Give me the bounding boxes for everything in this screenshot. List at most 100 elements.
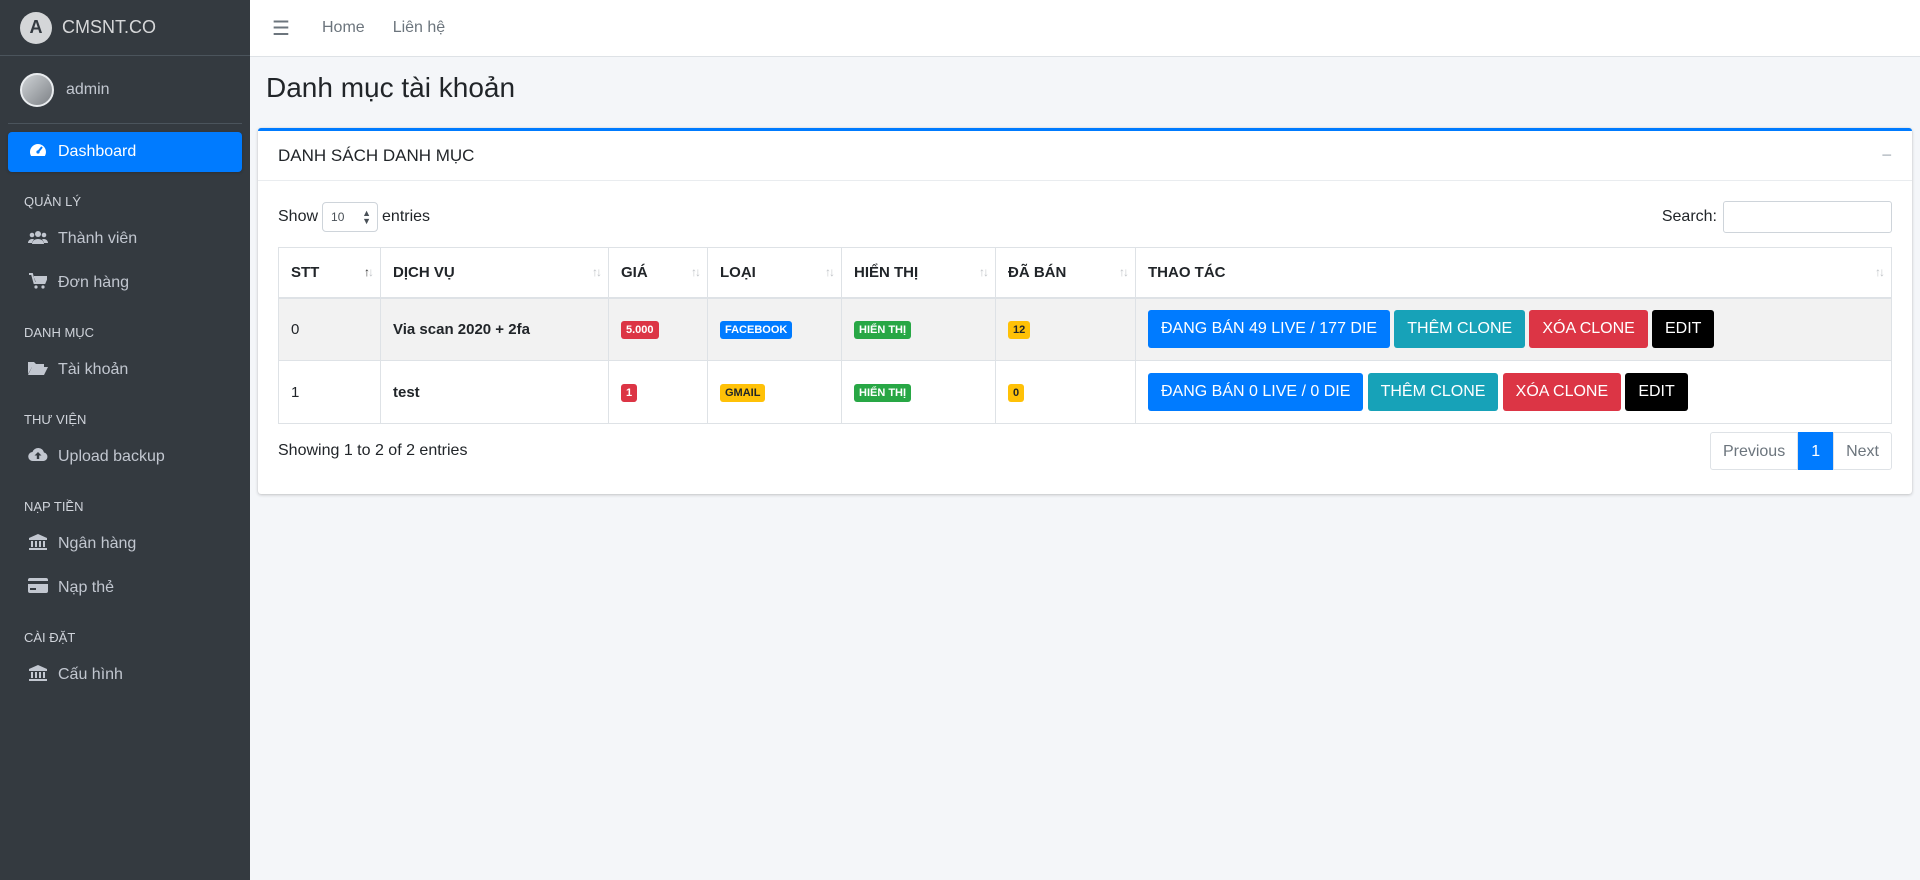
- show-label: Show: [278, 208, 319, 225]
- cell-stt: 1: [278, 360, 381, 424]
- brand-logo-icon: A: [20, 11, 52, 44]
- sort-icon: ↑↓: [1875, 265, 1885, 279]
- folder-open-icon: [26, 360, 50, 380]
- minus-icon[interactable]: −: [1881, 145, 1892, 166]
- cell-display: HIỂN THỊ: [841, 360, 996, 424]
- sidebar-item-label: Đơn hàng: [58, 274, 129, 291]
- nav-header-quan-ly: QUẢN LÝ: [24, 194, 82, 209]
- sort-asc-icon: ↑↓: [364, 265, 374, 279]
- column-label: ĐÃ BÁN: [1008, 263, 1067, 281]
- column-header-type[interactable]: LOẠI ↑↓: [707, 247, 842, 299]
- sold-badge: 12: [1008, 320, 1031, 339]
- edit-button[interactable]: EDIT: [1652, 310, 1715, 349]
- sort-icon: ↑↓: [691, 265, 701, 279]
- tachometer-icon: [26, 142, 50, 163]
- type-badge: FACEBOOK: [720, 320, 793, 339]
- entries-value: 10: [331, 210, 345, 224]
- sidebar-item-label: Upload backup: [58, 448, 165, 465]
- users-icon: [26, 230, 50, 249]
- add-clone-button[interactable]: THÊM CLONE: [1394, 310, 1526, 349]
- menu-toggle-icon[interactable]: ☰: [272, 16, 302, 41]
- sold-badge: 0: [1008, 383, 1025, 402]
- sidebar-item-topup-card[interactable]: Nạp thẻ: [8, 568, 242, 608]
- sidebar-item-bank[interactable]: Ngân hàng: [8, 524, 242, 564]
- nav-header-thu-vien: THƯ VIỆN: [24, 412, 87, 427]
- cell-sold: 0: [995, 360, 1136, 424]
- bank-icon: [26, 664, 50, 686]
- nav-header-danh-muc: DANH MỤC: [24, 325, 95, 340]
- brand-link[interactable]: A CMSNT.CO: [0, 0, 250, 56]
- bank-icon: [26, 533, 50, 555]
- sidebar: A CMSNT.CO admin Dashboard QUẢN LÝ Thành…: [0, 0, 250, 880]
- column-header-stt[interactable]: STT ↑↓: [278, 247, 381, 299]
- sidebar-nav: Dashboard QUẢN LÝ Thành viên Đơn hàng DA…: [0, 124, 250, 707]
- cell-actions: ĐANG BÁN 49 LIVE / 177 DIE THÊM CLONE XÓ…: [1135, 297, 1892, 361]
- sort-icon: ↑↓: [1119, 265, 1129, 279]
- card-header: DANH SÁCH DANH MỤC −: [258, 131, 1912, 181]
- column-header-display[interactable]: HIỂN THỊ ↑↓: [841, 247, 996, 299]
- delete-clone-button[interactable]: XÓA CLONE: [1502, 373, 1622, 411]
- cell-type: GMAIL: [707, 360, 842, 424]
- sidebar-item-orders[interactable]: Đơn hàng: [8, 263, 242, 303]
- entries-label: entries: [382, 208, 431, 225]
- sidebar-item-accounts[interactable]: Tài khoản: [8, 350, 242, 390]
- pagination-page-1[interactable]: 1: [1798, 432, 1834, 470]
- sort-updown-icon: ▲ ▼: [362, 208, 372, 226]
- category-table: STT ↑↓ DỊCH VỤ ↑↓ GIÁ ↑↓ LOẠI ↑↓ HIỂN THỊ ↑↓ …: [278, 247, 1892, 424]
- column-label: DỊCH VỤ: [393, 263, 455, 281]
- user-name: admin: [66, 80, 110, 98]
- column-header-service[interactable]: DỊCH VỤ ↑↓: [380, 247, 609, 299]
- category-card: DANH SÁCH DANH MỤC − Show 10 ▲ ▼ entries …: [258, 128, 1912, 494]
- delete-clone-button[interactable]: XÓA CLONE: [1529, 310, 1648, 349]
- card-title: DANH SÁCH DANH MỤC: [278, 145, 475, 165]
- credit-card-icon: [26, 578, 50, 598]
- sidebar-item-label: Tài khoản: [58, 361, 129, 378]
- cell-stt: 0: [278, 297, 381, 361]
- table-header-row: STT ↑↓ DỊCH VỤ ↑↓ GIÁ ↑↓ LOẠI ↑↓ HIỂN THỊ ↑↓ …: [278, 247, 1892, 299]
- column-header-actions[interactable]: THAO TÁC ↑↓: [1135, 247, 1892, 299]
- pagination-previous[interactable]: Previous: [1709, 432, 1799, 470]
- display-badge: HIỂN THỊ: [854, 320, 912, 339]
- price-badge: 5.000: [621, 320, 659, 339]
- user-panel[interactable]: admin: [8, 56, 242, 124]
- sidebar-item-label: Ngân hàng: [58, 535, 137, 552]
- nav-link-home[interactable]: Home: [322, 19, 365, 37]
- cell-service: test: [380, 360, 609, 424]
- add-clone-button[interactable]: THÊM CLONE: [1367, 373, 1499, 411]
- search-label: Search:: [1661, 208, 1717, 225]
- display-badge: HIỂN THỊ: [854, 383, 912, 402]
- price-badge: 1: [621, 383, 638, 402]
- column-label: STT: [291, 263, 320, 281]
- pagination-next[interactable]: Next: [1833, 432, 1892, 470]
- edit-button[interactable]: EDIT: [1625, 373, 1688, 411]
- table-footer: Showing 1 to 2 of 2 entries Previous 1 N…: [278, 432, 1892, 470]
- sidebar-item-label: Nạp thẻ: [58, 579, 115, 596]
- table-search: Search:: [1662, 201, 1892, 233]
- column-label: HIỂN THỊ: [854, 263, 919, 281]
- nav-link-contact[interactable]: Liên hệ: [393, 19, 446, 37]
- cell-display: HIỂN THỊ: [841, 297, 996, 361]
- column-header-sold[interactable]: ĐÃ BÁN ↑↓: [995, 247, 1136, 299]
- avatar: [20, 72, 54, 107]
- search-input[interactable]: [1723, 201, 1892, 233]
- brand-name: CMSNT.CO: [62, 17, 156, 37]
- table-controls: Show 10 ▲ ▼ entries Search:: [278, 201, 1892, 233]
- column-header-price[interactable]: GIÁ ↑↓: [608, 247, 708, 299]
- sidebar-item-label: Dashboard: [58, 143, 137, 160]
- column-label: GIÁ: [621, 263, 648, 281]
- sidebar-item-dashboard[interactable]: Dashboard: [8, 132, 242, 172]
- selling-status-button[interactable]: ĐANG BÁN 49 LIVE / 177 DIE: [1148, 310, 1391, 349]
- nav-header-nap-tien: NẠP TIỀN: [24, 499, 84, 514]
- sidebar-item-label: Thành viên: [58, 230, 138, 247]
- page-title: Danh mục tài khoản: [266, 72, 516, 103]
- column-label: LOẠI: [720, 263, 756, 281]
- cell-price: 1: [608, 360, 708, 424]
- sidebar-item-members[interactable]: Thành viên: [8, 219, 242, 259]
- table-row: 0 Via scan 2020 + 2fa 5.000 FACEBOOK HIỂ…: [278, 297, 1892, 361]
- sidebar-item-config[interactable]: Cấu hình: [8, 655, 242, 695]
- sidebar-item-upload-backup[interactable]: Upload backup: [8, 437, 242, 477]
- selling-status-button[interactable]: ĐANG BÁN 0 LIVE / 0 DIE: [1148, 373, 1364, 411]
- sort-icon: ↑↓: [825, 265, 835, 279]
- pagination: Previous 1 Next: [1709, 432, 1892, 470]
- entries-select[interactable]: 10 ▲ ▼: [322, 202, 379, 232]
